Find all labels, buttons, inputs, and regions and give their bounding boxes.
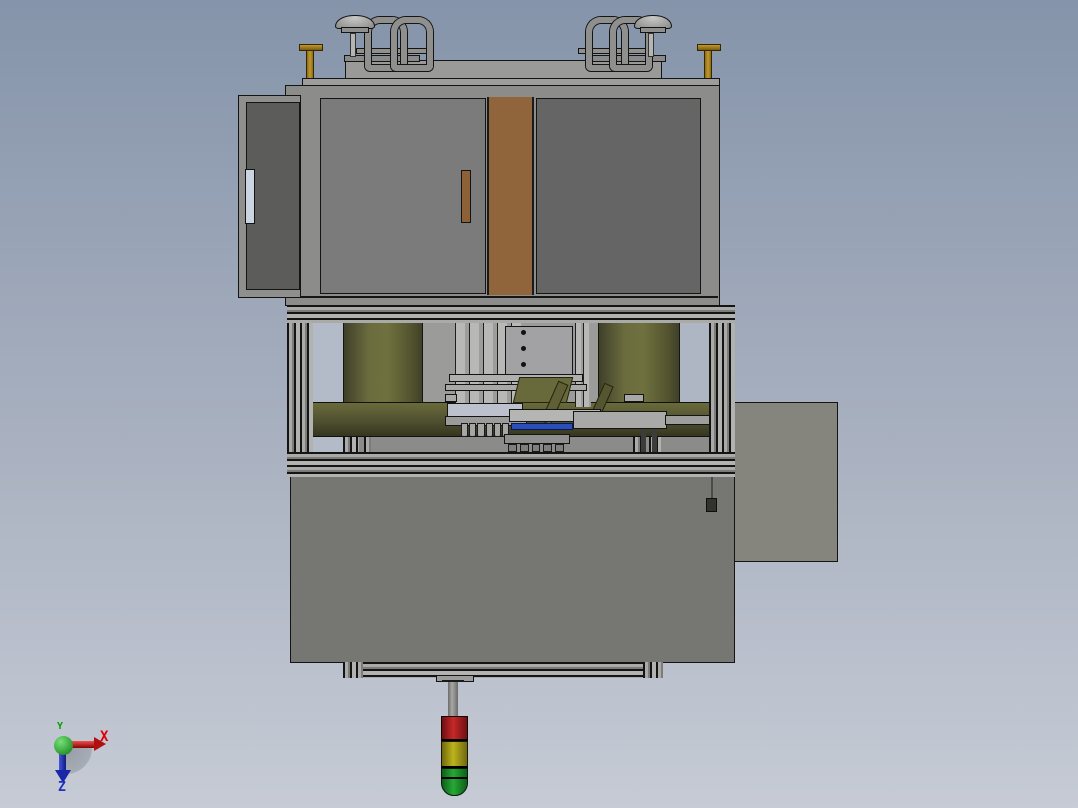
cabinet-door-right[interactable] xyxy=(536,98,701,294)
side-door-handle-slot[interactable] xyxy=(245,169,255,224)
mechanism-columns-right xyxy=(575,323,591,407)
conveyor-side-bar-ext xyxy=(665,415,712,425)
pendant-sensor[interactable] xyxy=(706,498,717,512)
gripper-fingers xyxy=(461,423,510,437)
frame-rail-top[interactable] xyxy=(287,305,735,323)
cad-viewport[interactable]: X Y Z xyxy=(0,0,1078,808)
cabinet-door-left-handle[interactable] xyxy=(461,170,471,223)
signal-tower-pole xyxy=(448,681,458,717)
frame-rail-bottom[interactable] xyxy=(287,452,735,477)
pendant-cable xyxy=(711,477,713,499)
eyebolt-right-stem xyxy=(704,50,712,80)
mechanism-mount-plate[interactable] xyxy=(505,326,573,378)
side-table-panel[interactable] xyxy=(733,402,838,562)
screw-icon xyxy=(521,346,526,351)
signal-tower-pole-cap xyxy=(442,680,464,682)
frame-interior-right xyxy=(680,323,712,403)
gripper-finger xyxy=(493,423,501,437)
screw-icon xyxy=(521,330,526,335)
base-rail-endcap xyxy=(343,662,363,678)
x-axis-arrow[interactable] xyxy=(70,741,94,748)
x-axis-label: X xyxy=(100,729,109,745)
y-axis-sphere-icon[interactable] xyxy=(54,736,73,755)
base-rail-endcap xyxy=(643,662,663,678)
mechanism-tab xyxy=(624,394,644,402)
drum-left[interactable] xyxy=(343,318,423,404)
cabinet-bottom-line xyxy=(287,296,718,298)
gripper-finger xyxy=(461,423,469,437)
cabinet-center-strip[interactable] xyxy=(487,97,534,295)
screw-icon xyxy=(521,362,526,367)
conveyor-side-bar xyxy=(573,411,667,429)
conveyor-belt[interactable] xyxy=(511,423,573,430)
conveyor-support xyxy=(641,429,646,453)
lower-cabinet-body[interactable] xyxy=(290,474,735,663)
signal-light-green-seam xyxy=(442,777,467,779)
tooling-nub xyxy=(508,444,517,452)
gripper-finger xyxy=(477,423,485,437)
conveyor-support xyxy=(652,429,657,453)
gripper-finger xyxy=(485,423,493,437)
base-rail xyxy=(343,662,663,678)
vibration-feeder-cap-left-stem xyxy=(350,33,356,57)
signal-light-red[interactable] xyxy=(441,716,468,741)
eyebolt-left-stem xyxy=(306,50,314,80)
vibration-feeder-cap-right-skirt xyxy=(640,27,666,33)
tooling-nub xyxy=(519,444,529,452)
tooling-nub xyxy=(531,444,541,452)
signal-light-green[interactable] xyxy=(441,768,468,796)
tooling-nubs xyxy=(508,444,564,452)
signal-light-yellow[interactable] xyxy=(441,741,468,768)
tooling-hanger xyxy=(504,434,570,444)
vibration-feeder-cap-left-skirt xyxy=(341,27,369,33)
signal-tower[interactable] xyxy=(441,716,468,796)
drag-chain-left-loop[interactable] xyxy=(391,17,433,71)
vibration-feeder-cap-right-stem xyxy=(648,33,654,57)
tooling-nub xyxy=(543,444,553,452)
gripper-finger xyxy=(469,423,477,437)
tooling-nub xyxy=(555,444,564,452)
y-axis-label: Y xyxy=(57,721,64,732)
mechanism-tab xyxy=(445,394,457,402)
z-axis-label: Z xyxy=(58,780,66,795)
